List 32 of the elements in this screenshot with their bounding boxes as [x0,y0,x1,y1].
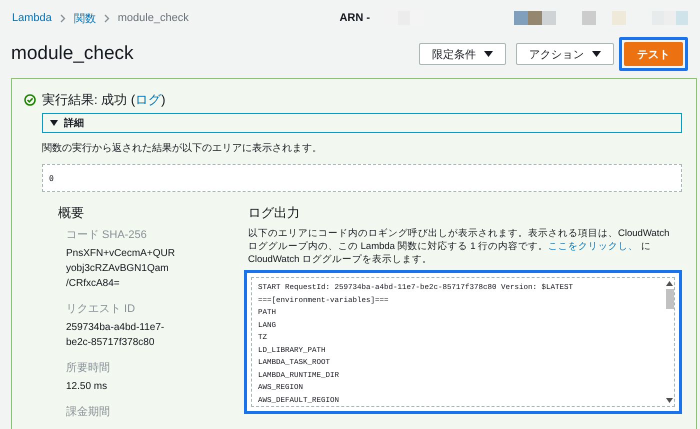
caret-icon [50,119,58,127]
summary-label: 所要時間 [66,361,111,375]
summary-label: リクエスト ID [66,302,136,316]
result-heading: 実行結果: 成功 (ログ) [42,91,166,109]
breadcrumb-current: module_check [118,12,189,24]
log-output-description: 以下のエリアにコード内のロギング呼び出しが表示されます。表示される項目は、CloudWatch ロググループ内の、この Lambda 関数に対応する 1 行の内容です。ここをクリックし、 に CloudWatch ロググループを表示します。 [248,227,670,266]
log-link[interactable]: ログ [135,92,162,107]
result-description: 関数の実行から返された結果が以下のエリアに表示されます。 [42,142,323,155]
scroll-down-icon[interactable] [666,398,673,403]
summary-value: 259734ba-a4bd-11e7- be2c-85717f378c80 [66,321,166,350]
summary-value: PnsXFN+vCecmA+QUR yobj3cRZAvBGN1Qam /CRfxcA84= [66,247,176,291]
summary-heading: 概要 [58,204,85,222]
dropdown-button[interactable]: アクション [516,43,614,65]
caret-icon [484,51,493,57]
details-toggle[interactable]: 詳細 [42,113,682,133]
summary-label: 課金期間 [66,405,111,419]
scrollbar-thumb[interactable] [666,289,674,309]
cloudwatch-link[interactable]: ここをクリックし、 [548,241,638,252]
test-button[interactable]: テスト [624,42,683,66]
dropdown-button[interactable]: 限定条件 [419,43,506,65]
summary-label: コード SHA-256 [66,228,148,242]
log-output-heading: ログ出力 [248,204,301,222]
chevron-right-icon [60,14,66,22]
function-title: module_check [11,43,135,65]
chevron-right-icon [104,14,110,22]
caret-icon [592,51,601,57]
result-output: 0 [42,164,682,192]
scroll-up-icon[interactable] [666,281,673,286]
breadcrumb-link[interactable]: 関数 [74,10,96,26]
summary-value: 12.50 ms [66,380,108,394]
arn-label: ARN - [339,12,370,24]
breadcrumb-link[interactable]: Lambda [12,12,52,24]
